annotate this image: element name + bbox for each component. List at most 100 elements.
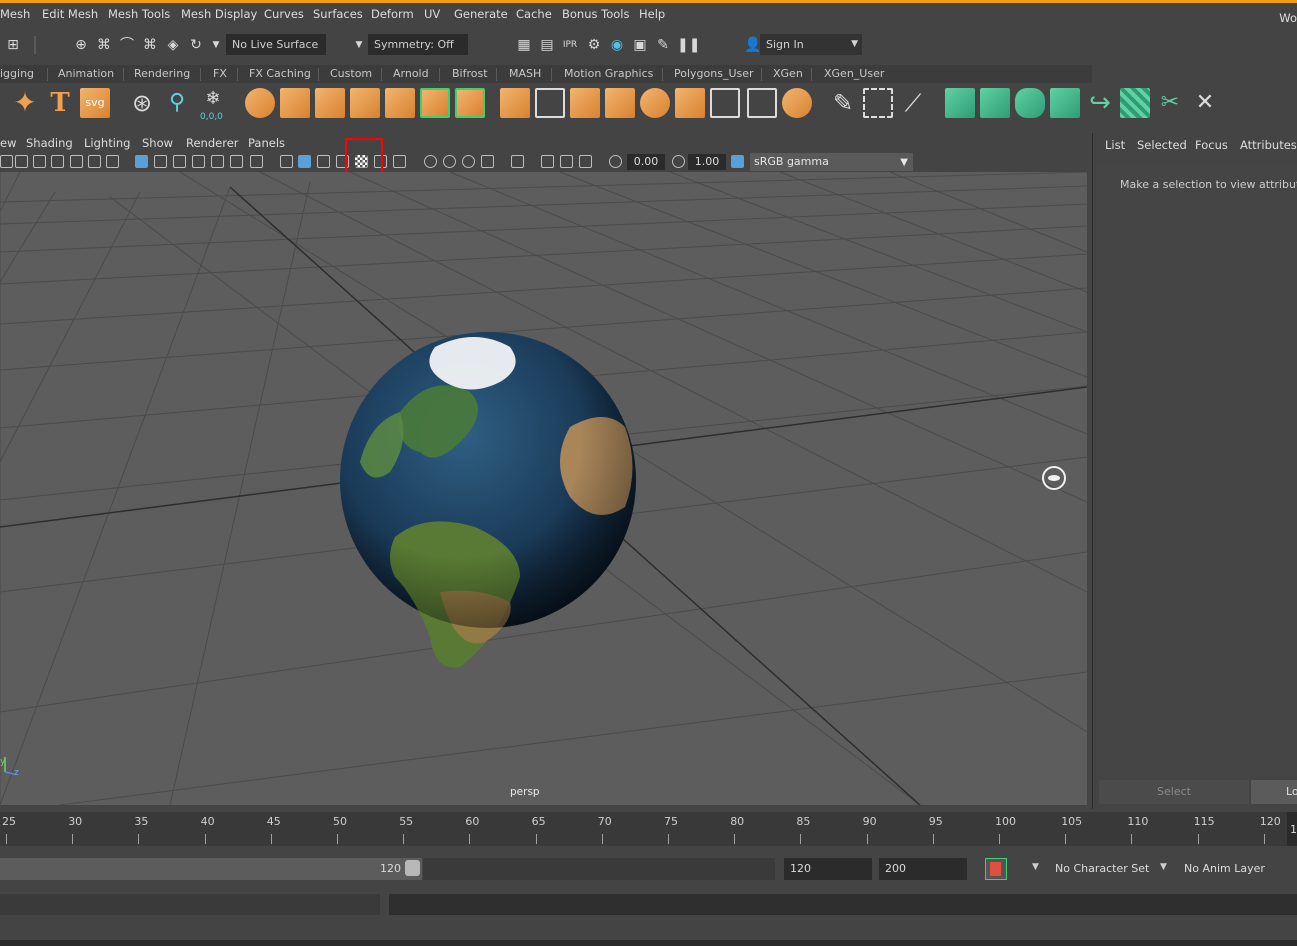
menu-edit-mesh[interactable]: Edit Mesh bbox=[42, 7, 98, 21]
wireframe-icon[interactable] bbox=[280, 155, 293, 168]
extract-icon[interactable] bbox=[315, 88, 345, 118]
layout-uv-icon[interactable] bbox=[1120, 88, 1150, 118]
range-bar[interactable] bbox=[0, 858, 422, 880]
snap-vertex-icon[interactable]: ↻ bbox=[187, 36, 205, 54]
cut-uv-icon[interactable]: ✂ bbox=[1155, 88, 1185, 118]
grease-pencil-icon[interactable] bbox=[70, 155, 83, 168]
character-set-dropdown[interactable]: No Character Set bbox=[1037, 858, 1152, 880]
freeze-transform-icon[interactable]: ❄ 0,0,0 bbox=[198, 88, 228, 122]
wedge-icon[interactable] bbox=[747, 88, 777, 118]
fill-hole-icon[interactable] bbox=[605, 88, 635, 118]
current-frame-field[interactable]: 1 bbox=[1287, 812, 1297, 846]
render-settings-icon[interactable]: ⚙ bbox=[585, 36, 603, 54]
render-region-icon[interactable]: ▦ bbox=[515, 36, 533, 54]
snap-surface-icon[interactable]: ◈ bbox=[164, 36, 182, 54]
panel-menu-shading[interactable]: Shading bbox=[26, 136, 73, 150]
shelf-tab-mash[interactable]: MASH bbox=[509, 67, 541, 80]
grid-mesh-icon[interactable] bbox=[350, 88, 380, 118]
film-gate-icon[interactable] bbox=[154, 155, 167, 168]
shelf-tab-custom[interactable]: Custom bbox=[330, 67, 372, 80]
boolean-union-icon[interactable] bbox=[420, 88, 450, 118]
sphere-primitive-icon[interactable] bbox=[245, 88, 275, 118]
smooth-icon[interactable] bbox=[640, 88, 670, 118]
exposure-field[interactable]: 0.00 bbox=[627, 154, 665, 170]
shelf-tab-fx[interactable]: FX bbox=[213, 67, 227, 80]
default-material-icon[interactable] bbox=[317, 155, 330, 168]
pause-icon[interactable]: ❚❚ bbox=[677, 36, 700, 54]
symmetry-field[interactable]: Symmetry: Off bbox=[368, 34, 468, 55]
ae-select-button[interactable]: Select bbox=[1099, 780, 1249, 804]
pencil-icon[interactable] bbox=[106, 155, 119, 168]
image-plane-icon[interactable] bbox=[51, 155, 64, 168]
sign-in-dropdown[interactable]: Sign In ▼ bbox=[760, 34, 862, 55]
bridge-icon[interactable] bbox=[535, 88, 565, 118]
select-camera-icon[interactable] bbox=[0, 155, 13, 168]
poke-icon[interactable] bbox=[710, 88, 740, 118]
anim-end-field[interactable]: 120 bbox=[784, 858, 872, 880]
bevel-icon[interactable] bbox=[570, 88, 600, 118]
planar-map-icon[interactable] bbox=[980, 88, 1010, 118]
measure-icon[interactable]: ⚲ bbox=[162, 88, 192, 118]
edge-loop-icon[interactable] bbox=[863, 88, 893, 118]
snap-point-icon[interactable]: ⌒ bbox=[118, 36, 136, 54]
render-frame-icon[interactable]: ▤ bbox=[538, 36, 556, 54]
panel-menu-panels[interactable]: Panels bbox=[248, 136, 285, 150]
screen-space-ao-icon[interactable] bbox=[424, 155, 437, 168]
camera-attributes-icon[interactable] bbox=[15, 155, 28, 168]
gate-mask-icon[interactable] bbox=[192, 155, 205, 168]
type-tool-icon[interactable]: T bbox=[45, 88, 75, 118]
snap-curve-icon[interactable]: ⌘ bbox=[95, 36, 113, 54]
panel-menu-renderer[interactable]: Renderer bbox=[186, 136, 239, 150]
menu-deform[interactable]: Deform bbox=[371, 7, 414, 21]
ae-tab-list[interactable]: List bbox=[1105, 138, 1125, 152]
shelf-tab-animation[interactable]: Animation bbox=[58, 67, 114, 80]
menu-cache[interactable]: Cache bbox=[516, 7, 552, 21]
earth-sphere[interactable] bbox=[340, 332, 636, 668]
snap-options-chevron-icon[interactable]: ▼ bbox=[207, 36, 225, 54]
shelf-tab-motion-graphics[interactable]: Motion Graphics bbox=[564, 67, 653, 80]
workspace-label[interactable]: Wo bbox=[1279, 11, 1297, 25]
xray-joints-icon[interactable] bbox=[560, 155, 573, 168]
shelf-tab-arnold[interactable]: Arnold bbox=[393, 67, 429, 80]
snap-grid-icon[interactable]: ⊕ bbox=[72, 36, 90, 54]
ae-tab-attributes[interactable]: Attributes bbox=[1240, 138, 1297, 152]
shelf-tab-polygons-user[interactable]: Polygons_User bbox=[674, 67, 754, 80]
xray-icon[interactable] bbox=[541, 155, 554, 168]
shelf-tab-rigging[interactable]: igging bbox=[0, 67, 34, 80]
locator-icon[interactable]: ⊛ bbox=[127, 88, 157, 118]
menu-curves[interactable]: Curves bbox=[264, 7, 304, 21]
ae-load-button[interactable]: Lo bbox=[1251, 780, 1297, 804]
menu-mesh[interactable]: Mesh bbox=[0, 7, 30, 21]
view-transform-dropdown[interactable]: sRGB gamma ▼ bbox=[750, 153, 913, 171]
panel-menu-view[interactable]: ew bbox=[0, 136, 16, 150]
anim-layer-dropdown[interactable]: No Anim Layer bbox=[1166, 858, 1276, 880]
menu-bonus-tools[interactable]: Bonus Tools bbox=[562, 7, 629, 21]
time-slider[interactable]: 25 30 35 40 45 50 55 60 65 70 75 80 85 90 95 100 105 110 1… bbox=[0, 812, 1287, 846]
range-handle[interactable] bbox=[405, 860, 420, 876]
combine-icon[interactable] bbox=[280, 88, 310, 118]
sew-uv-icon[interactable]: ✕ bbox=[1190, 88, 1220, 118]
safe-action-icon[interactable] bbox=[230, 155, 243, 168]
boolean-difference-icon[interactable] bbox=[455, 88, 485, 118]
gamma-field[interactable]: 1.00 bbox=[688, 154, 726, 170]
field-chart-icon[interactable] bbox=[211, 155, 224, 168]
live-surface-field[interactable]: No Live Surface bbox=[226, 34, 326, 55]
multi-cut-icon[interactable]: ✎ bbox=[828, 88, 858, 118]
ae-tab-selected[interactable]: Selected bbox=[1137, 138, 1187, 152]
uv-editor-icon[interactable] bbox=[945, 88, 975, 118]
cylindrical-map-icon[interactable] bbox=[1015, 88, 1045, 118]
command-input[interactable] bbox=[0, 894, 380, 915]
resolution-gate-icon[interactable] bbox=[173, 155, 186, 168]
menu-help[interactable]: Help bbox=[639, 7, 665, 21]
shelf-tab-fx-caching[interactable]: FX Caching bbox=[249, 67, 311, 80]
target-weld-icon[interactable]: ⟋ bbox=[898, 88, 928, 118]
menu-mesh-tools[interactable]: Mesh Tools bbox=[108, 7, 170, 21]
auto-key-icon[interactable] bbox=[985, 858, 1007, 880]
isolate-select-icon[interactable] bbox=[511, 155, 524, 168]
reduce-icon[interactable] bbox=[675, 88, 705, 118]
mirror-icon[interactable] bbox=[385, 88, 415, 118]
view-cube-orbit-icon[interactable] bbox=[1042, 466, 1066, 490]
unfold-icon[interactable]: ↪ bbox=[1085, 88, 1115, 118]
grid-toggle-icon[interactable] bbox=[135, 155, 148, 168]
shelf-tab-xgen[interactable]: XGen bbox=[773, 67, 803, 80]
